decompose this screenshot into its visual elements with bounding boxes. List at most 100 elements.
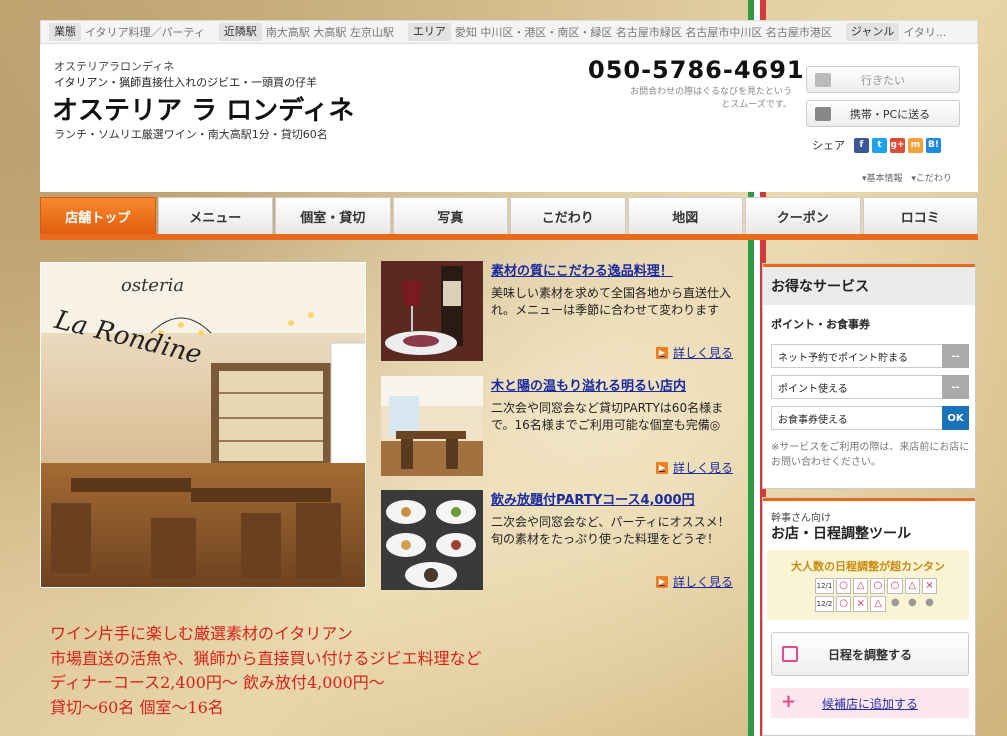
circle-mark-icon: ○: [887, 578, 903, 594]
schedule-mini-table: 12/1 ○ △ ○ ○ △ × 12/2 ○ × △ ● ● ●: [815, 578, 939, 612]
more-link[interactable]: ▶ 詳しく見る: [656, 459, 733, 476]
triangle-mark-icon: △: [870, 596, 886, 612]
tab-menu[interactable]: メニュー: [157, 197, 273, 235]
bright-interior-illustration: [381, 376, 483, 476]
want-to-go-label: 行きたい: [861, 73, 905, 87]
service-status: --: [942, 375, 969, 399]
more-label: 詳しく見る: [673, 461, 734, 475]
tab-kodawari[interactable]: こだわり: [510, 197, 626, 235]
tab-coupon[interactable]: クーポン: [745, 197, 861, 235]
tab-map[interactable]: 地図: [627, 197, 743, 235]
cross-mark-icon: ×: [921, 578, 937, 594]
circle-mark-icon: ○: [835, 578, 852, 594]
arrow-right-icon: ▶: [656, 461, 668, 474]
date-cell: 12/2: [815, 596, 834, 612]
main-nav: 店舗トップ メニュー 個室・貸切 写真 こだわり 地図 クーポン ロコミ: [40, 197, 978, 235]
person-icon: ●: [907, 597, 917, 608]
calendar-icon: [782, 646, 798, 662]
person-icon: ●: [890, 597, 900, 608]
wine-dish-photo[interactable]: [381, 261, 483, 361]
service-label: ポイント使える: [778, 383, 848, 395]
promo-line: 貸切〜60名 個室〜16名: [50, 697, 224, 717]
facebook-icon[interactable]: f: [854, 137, 869, 153]
google-plus-icon[interactable]: g+: [890, 137, 905, 153]
promo-line: ワイン片手に楽しむ厳選素材のイタリアン: [50, 624, 353, 643]
info-bar: 業態 イタリア料理／パーティ 近隣駅 南大高駅 大高駅 左京山駅 エリア 愛知 …: [40, 20, 978, 44]
send-label: 携帯・PCに送る: [849, 107, 931, 121]
info-value: 南大高駅 大高駅 左京山駅: [265, 26, 394, 39]
wine-dish-illustration: [381, 261, 483, 361]
service-label: ネット予約でポイント貯まる: [778, 352, 908, 364]
feature-text: 二次会や同窓会など貸切PARTYは60名様まで。16名様までご利用可能な個室も完…: [491, 401, 724, 432]
add-candidate-label: 候補店に追加する: [821, 696, 918, 711]
promo-text: ワイン片手に楽しむ厳選素材のイタリアン 市場直送の活魚や、猟師から直接買い付ける…: [50, 622, 482, 720]
header-links: ▾基本情報 ▾こだわり: [862, 171, 952, 184]
info-label: エリア: [407, 23, 451, 41]
promo-line: 市場直送の活魚や、猟師から直接買い付けるジビエ料理など: [50, 648, 482, 668]
schedule-title: お店・日程調整ツール: [771, 526, 911, 542]
info-value: 愛知 中川区・港区・南区・緑区 名古屋市緑区 名古屋市中川区 名古屋市港区: [454, 26, 832, 39]
mail-icon: [815, 107, 831, 121]
service-label: お食事券使える: [778, 414, 848, 426]
info-label: 近隣駅: [218, 23, 262, 41]
interior-photo-2[interactable]: [381, 376, 483, 476]
tab-photos[interactable]: 写真: [392, 197, 508, 235]
tab-reviews[interactable]: ロコミ: [862, 197, 978, 235]
services-subtitle: ポイント・お食事券: [771, 318, 870, 331]
schedule-tool-panel: 幹事さん向け お店・日程調整ツール 大人数の日程調整が超カンタン 12/1 ○ △ ○…: [762, 497, 976, 736]
service-status: --: [942, 344, 969, 368]
feature-title[interactable]: 飲み放題付PARTYコース4,000円: [491, 489, 695, 508]
more-link[interactable]: ▶ 詳しく見る: [656, 573, 733, 590]
phone-note: お問合わせの際はぐるなびを見たというとスムーズです。: [630, 87, 792, 110]
person-icon: ●: [925, 597, 934, 608]
circle-mark-icon: ○: [836, 596, 852, 612]
mixi-icon[interactable]: m: [908, 137, 923, 153]
services-title: お得なサービス: [763, 267, 975, 305]
info-label: 業態: [49, 23, 81, 41]
promo-line: ディナーコース2,400円〜 飲み放付4,000円〜: [50, 673, 385, 692]
circle-mark-icon: ○: [870, 578, 886, 594]
add-candidate-link[interactable]: + 候補店に追加する: [771, 688, 969, 718]
schedule-adjust-button[interactable]: 日程を調整する: [771, 632, 969, 676]
shop-tagline: ランチ・ソムリエ厳選ワイン・南大高駅1分・貸切60名: [54, 128, 328, 141]
hatena-bookmark-icon[interactable]: B!: [926, 137, 941, 153]
plates-illustration: [381, 490, 483, 590]
want-to-go-button[interactable]: 行きたい: [806, 66, 960, 93]
nav-underline: [40, 234, 978, 240]
restaurant-interior-photo[interactable]: osteria La Rondine: [40, 262, 366, 588]
arrow-right-icon: ▶: [656, 346, 668, 359]
schedule-button-label: 日程を調整する: [827, 647, 912, 662]
shop-name-kana: オステリアラロンディネ: [54, 60, 175, 73]
panel-accent: [763, 498, 975, 501]
info-label: ジャンル: [845, 23, 900, 41]
schedule-caption: 大人数の日程調整が超カンタン: [791, 560, 945, 573]
more-label: 詳しく見る: [673, 346, 734, 360]
plus-icon: +: [781, 691, 797, 712]
shop-subtitle: イタリアン・猟師直接仕入れのジビエ・一頭買の仔羊: [54, 76, 318, 89]
logo-osteria: osteria: [121, 275, 185, 296]
triangle-mark-icon: △: [904, 578, 920, 594]
schedule-banner[interactable]: 大人数の日程調整が超カンタン 12/1 ○ △ ○ ○ △ × 12/2 ○ × △ ● ● ●: [767, 550, 969, 620]
share-label: シェア: [812, 139, 845, 152]
date-cell: 12/1: [815, 578, 834, 594]
more-label: 詳しく見る: [673, 575, 734, 589]
send-to-mobile-button[interactable]: 携帯・PCに送る: [806, 100, 960, 127]
feature-text: 二次会や同窓会など、パーティにオススメ！旬の素材をたっぷり使った料理をどうぞ！: [491, 515, 730, 546]
party-course-photo[interactable]: [381, 490, 483, 590]
tab-top[interactable]: 店舗トップ: [40, 197, 156, 235]
arrow-right-icon: ▶: [656, 575, 668, 588]
twitter-icon[interactable]: t: [872, 137, 887, 153]
phone-number[interactable]: 050-5786-4691: [588, 56, 805, 84]
services-note: ※サービスをご利用の際は、来店前にお店にお問い合わせください。: [771, 442, 970, 468]
feature-title[interactable]: 木と陽の温もり溢れる明るい店内: [491, 375, 686, 394]
basic-info-link[interactable]: ▾基本情報: [862, 174, 903, 184]
info-value: イタリア料理／パーティ: [85, 26, 205, 39]
feature-title[interactable]: 素材の質にこだわる逸品料理！: [491, 260, 673, 279]
more-link[interactable]: ▶ 詳しく見る: [656, 344, 733, 361]
feature-text: 美味しい素材を求めて全国各地から直送仕入れ。メニューは季節に合わせて変わります: [491, 286, 732, 317]
shop-title[interactable]: オステリア ラ ロンディネ: [52, 90, 354, 127]
kodawari-link[interactable]: ▾こだわり: [911, 174, 952, 184]
service-ok-button[interactable]: OK: [942, 406, 969, 430]
tab-private-room[interactable]: 個室・貸切: [275, 197, 391, 235]
services-panel: お得なサービス ポイント・お食事券 ネット予約でポイント貯まる -- ポイント使…: [762, 263, 976, 489]
